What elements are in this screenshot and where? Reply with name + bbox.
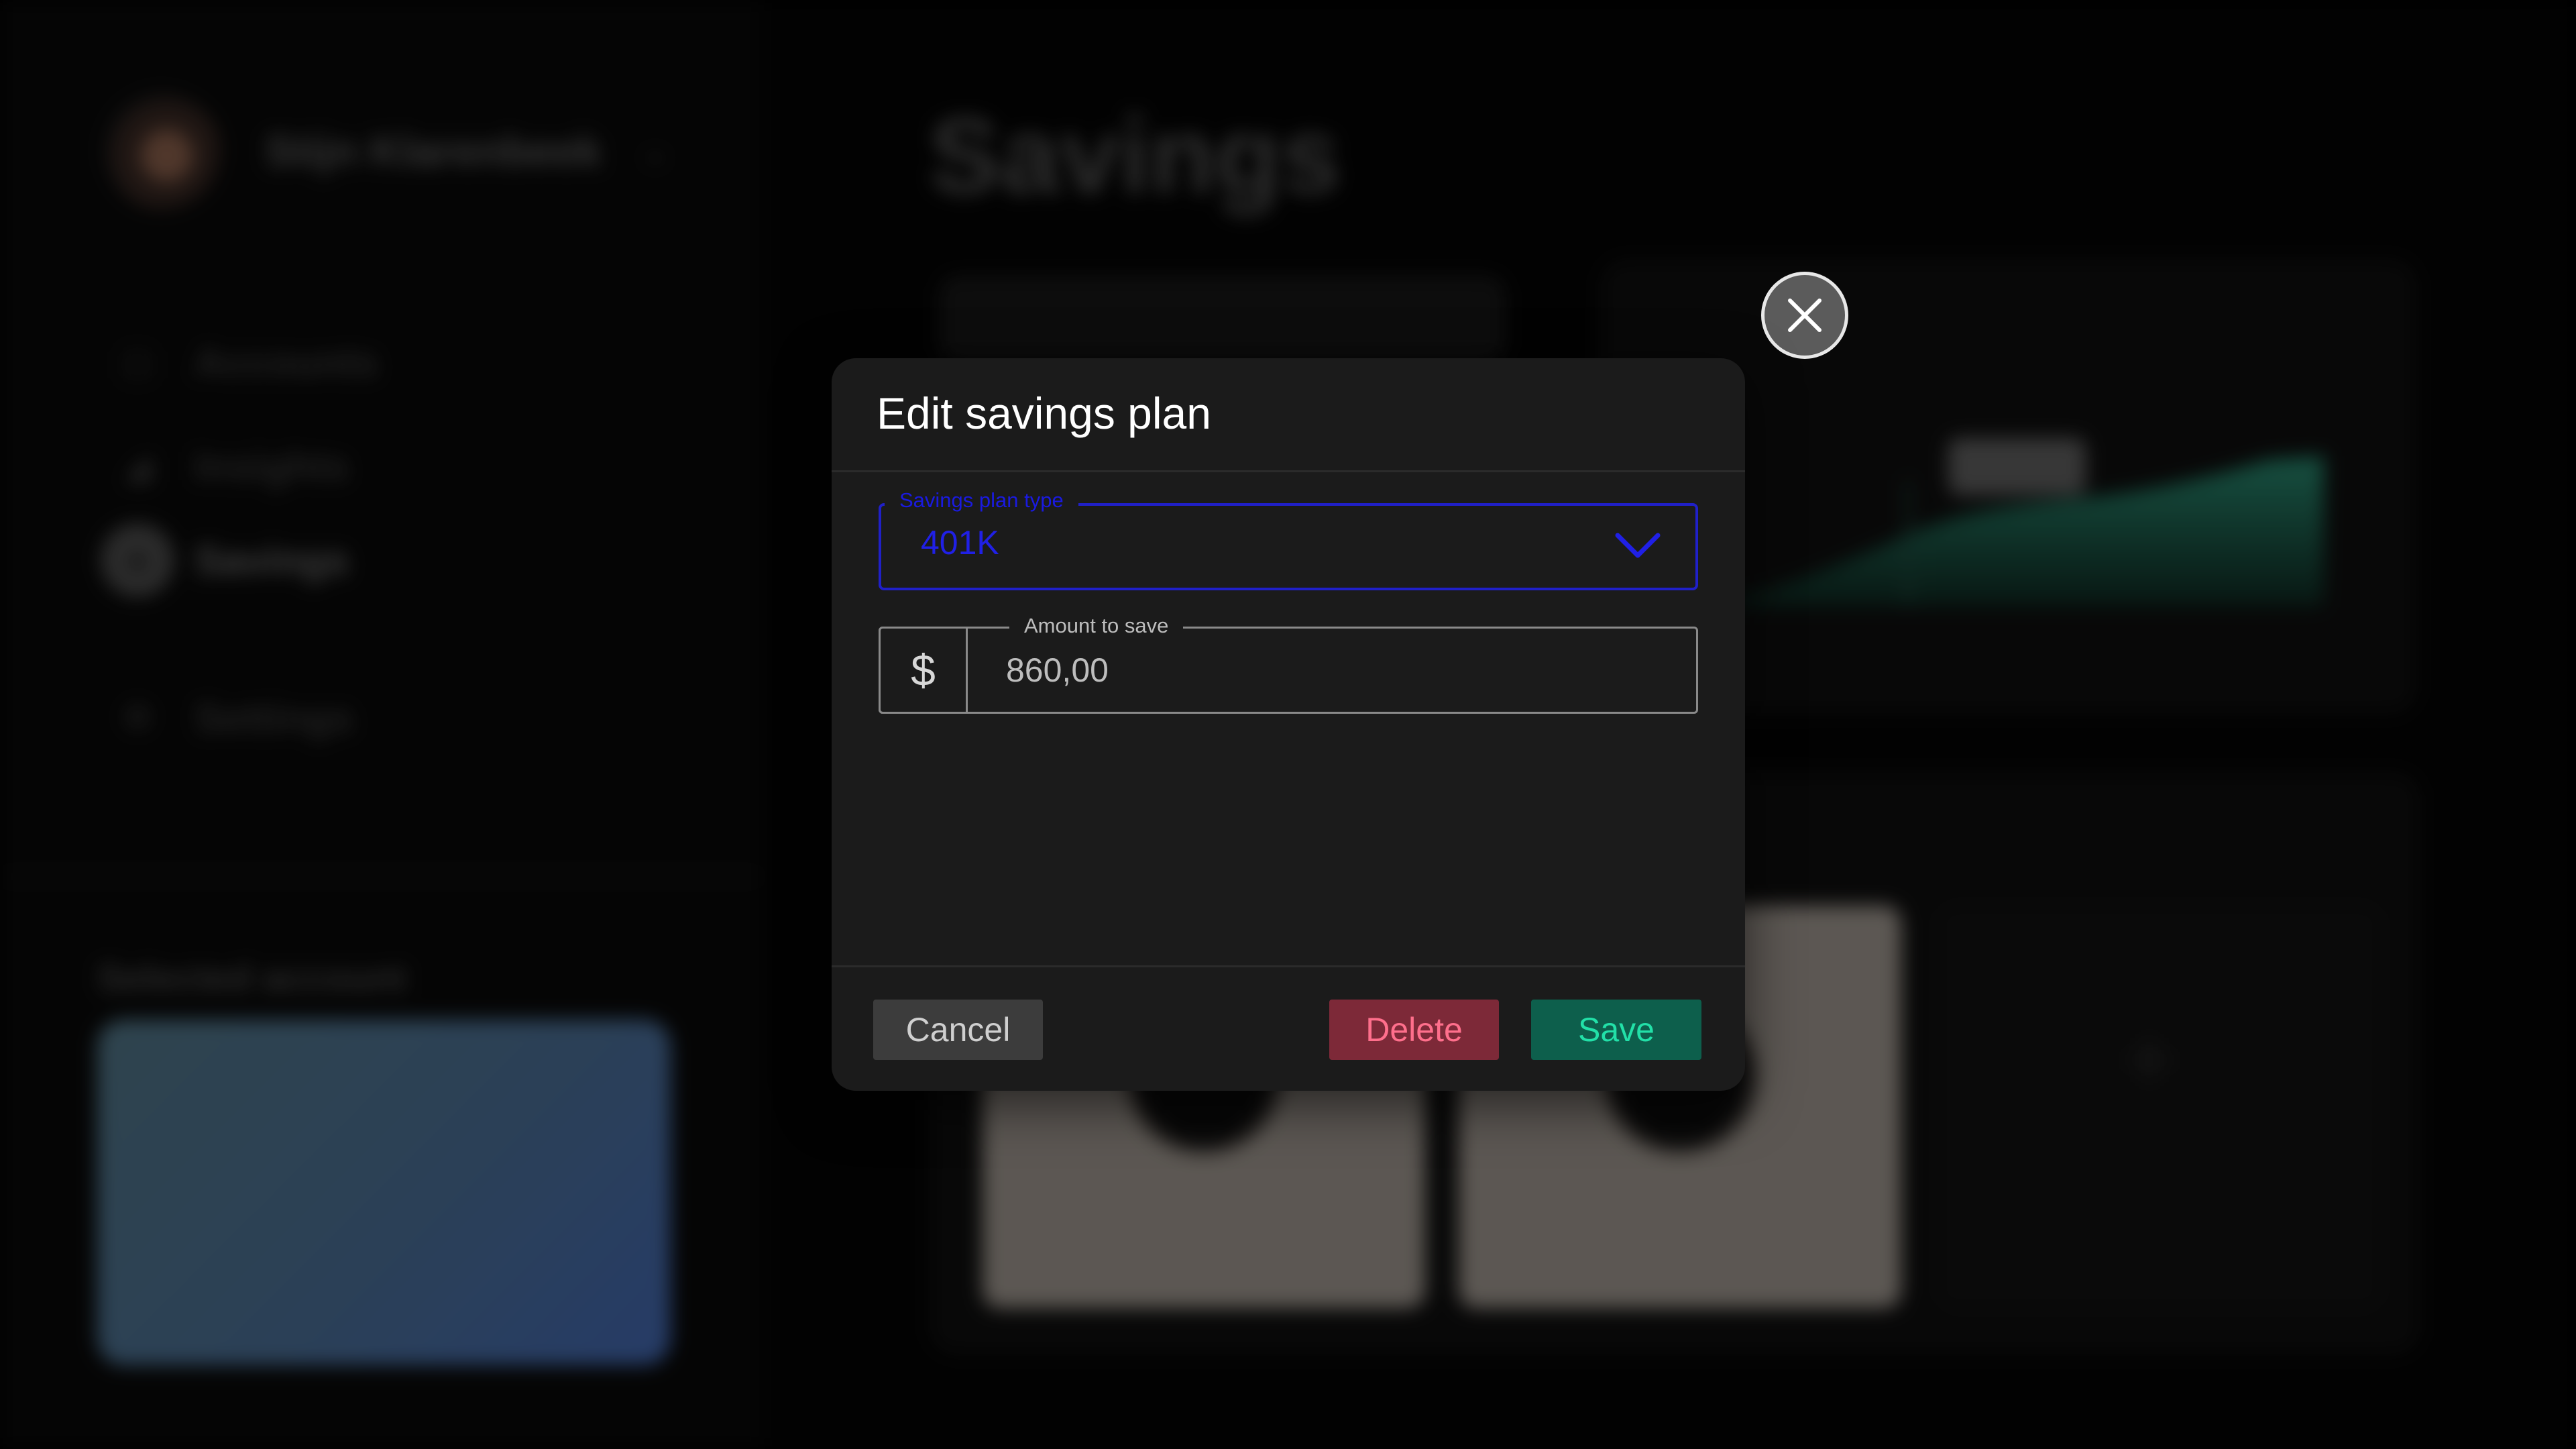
amount-label: Amount to save xyxy=(1009,614,1184,638)
close-icon xyxy=(1788,299,1822,332)
delete-button[interactable]: Delete xyxy=(1329,1000,1499,1060)
close-button[interactable] xyxy=(1761,272,1848,359)
edit-savings-plan-dialog: Edit savings plan Savings plan type 401K… xyxy=(832,358,1745,1091)
cancel-button[interactable]: Cancel xyxy=(873,1000,1043,1060)
amount-input[interactable] xyxy=(1006,647,1677,694)
dialog-divider xyxy=(832,470,1745,472)
savings-plan-type-value[interactable]: 401K xyxy=(921,523,999,562)
savings-plan-type-select[interactable] xyxy=(879,503,1698,590)
dialog-divider xyxy=(832,965,1745,967)
currency-symbol: $ xyxy=(879,627,968,714)
dialog-title: Edit savings plan xyxy=(877,388,1211,438)
savings-plan-type-label: Savings plan type xyxy=(885,488,1078,513)
save-button[interactable]: Save xyxy=(1531,1000,1701,1060)
chevron-down-icon[interactable] xyxy=(1611,526,1665,566)
